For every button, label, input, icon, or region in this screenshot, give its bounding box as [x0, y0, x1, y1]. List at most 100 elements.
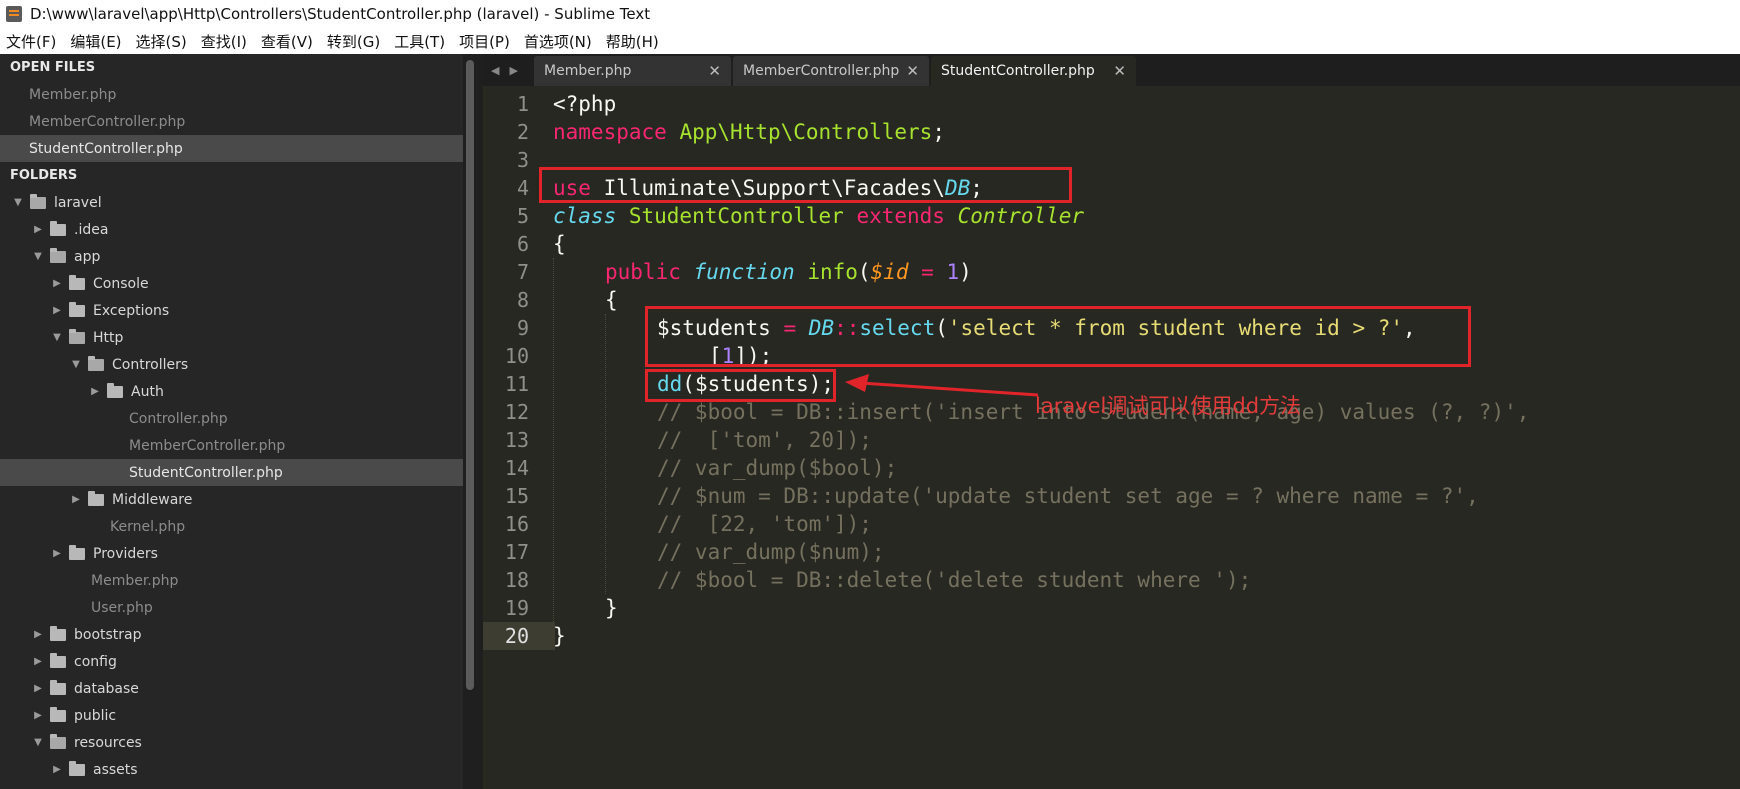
- menu-preferences[interactable]: 首选项(N): [524, 31, 592, 52]
- tree-file[interactable]: Kernel.php: [0, 513, 463, 540]
- code-line-19: }: [553, 594, 618, 622]
- highlight-box-use: [539, 167, 1072, 203]
- tree-folder[interactable]: ▶ public: [0, 702, 463, 729]
- line-number: 16: [504, 512, 529, 536]
- token-parent-class: Controller: [957, 204, 1085, 228]
- code-line-14: // var_dump($bool);: [657, 456, 898, 480]
- close-icon[interactable]: ✕: [906, 62, 919, 80]
- tab-student-controller[interactable]: StudentController.php ✕: [931, 56, 1136, 86]
- line-number: 12: [504, 400, 529, 424]
- tree-file[interactable]: User.php: [0, 594, 463, 621]
- open-file-item-active[interactable]: StudentController.php: [0, 135, 463, 162]
- tree-folder[interactable]: ▶ assets: [0, 756, 463, 783]
- folder-open-icon: [30, 193, 46, 209]
- tree-folder[interactable]: ▶ Providers: [0, 540, 463, 567]
- tab-bar: ◀ ▶ Member.php ✕ MemberController.php ✕ …: [483, 54, 1740, 86]
- folder-open-icon: [88, 355, 104, 371]
- title-bar: D:\www\laravel\app\Http\Controllers\Stud…: [0, 0, 1740, 28]
- line-number: 3: [516, 148, 529, 172]
- close-icon[interactable]: ✕: [708, 62, 721, 80]
- menu-help[interactable]: 帮助(H): [606, 31, 659, 52]
- token-text: <?php: [553, 92, 617, 116]
- chevron-right-icon: ▶: [34, 224, 42, 235]
- menu-view[interactable]: 查看(V): [261, 31, 313, 52]
- menu-file[interactable]: 文件(F): [6, 31, 56, 52]
- tree-folder[interactable]: ▶ bootstrap: [0, 621, 463, 648]
- tree-folder[interactable]: ▼ resources: [0, 729, 463, 756]
- tree-file[interactable]: Member.php: [0, 567, 463, 594]
- tab-member[interactable]: Member.php ✕: [534, 56, 731, 86]
- line-number: 1: [516, 92, 529, 116]
- token-number: 1: [946, 260, 960, 284]
- menu-edit[interactable]: 编辑(E): [70, 31, 121, 52]
- token-keyword: public: [605, 260, 681, 284]
- code-editor[interactable]: 1 2 3 4 5 6 7 8 9 10 11 12 13 14 15 16 1…: [483, 86, 1740, 789]
- folder-open-icon: [50, 733, 66, 749]
- tree-file[interactable]: Controller.php: [0, 405, 463, 432]
- tree-folder[interactable]: ▼ app: [0, 243, 463, 270]
- menu-selection[interactable]: 选择(S): [136, 31, 187, 52]
- chevron-right-icon: ▶: [53, 305, 61, 316]
- chevron-right-icon: ▶: [34, 710, 42, 721]
- tab-member-controller[interactable]: MemberController.php ✕: [733, 56, 929, 86]
- tab-label: Member.php: [544, 63, 632, 79]
- sublime-app-icon: [6, 6, 22, 22]
- tree-folder[interactable]: ▶ database: [0, 675, 463, 702]
- token-keyword: namespace: [553, 120, 667, 144]
- line-number: 18: [504, 568, 529, 592]
- line-number: 9: [516, 316, 529, 340]
- code-line-17: // var_dump($num);: [657, 540, 885, 564]
- close-icon[interactable]: ✕: [1113, 62, 1126, 80]
- open-file-item[interactable]: Member.php: [0, 81, 463, 108]
- tree-label: app: [74, 248, 101, 265]
- sidebar-scrollbar[interactable]: [466, 60, 474, 690]
- chevron-right-icon: ▶: [53, 278, 61, 289]
- tree-folder[interactable]: ▼ Http: [0, 324, 463, 351]
- folders-header: FOLDERS: [10, 168, 78, 183]
- folder-icon: [50, 220, 66, 236]
- chevron-right-icon: ▶: [72, 494, 80, 505]
- menu-goto[interactable]: 转到(G): [327, 31, 380, 52]
- tab-prev-icon[interactable]: ◀: [491, 64, 499, 77]
- code-line-6: {: [553, 230, 566, 258]
- open-files-header: OPEN FILES: [10, 60, 96, 75]
- token-punct: }: [605, 596, 618, 620]
- menu-find[interactable]: 查找(I): [201, 31, 247, 52]
- chevron-right-icon: ▶: [34, 683, 42, 694]
- editor-scrollbar[interactable]: [1730, 86, 1740, 789]
- token-punct: (: [857, 260, 871, 284]
- tree-file[interactable]: MemberController.php: [0, 432, 463, 459]
- tree-label: Middleware: [112, 491, 193, 508]
- token-punct: }: [553, 624, 566, 648]
- tree-file-active[interactable]: StudentController.php: [0, 459, 463, 486]
- chevron-right-icon: ▶: [53, 548, 61, 559]
- chevron-right-icon: ▶: [34, 656, 42, 667]
- tree-folder[interactable]: ▶ .idea: [0, 216, 463, 243]
- line-number: 10: [504, 344, 529, 368]
- annotation-text: laravel调试可以使用dd方法: [1035, 394, 1302, 418]
- tree-folder[interactable]: ▼ laravel: [0, 189, 463, 216]
- menu-tools[interactable]: 工具(T): [394, 31, 445, 52]
- tree-folder[interactable]: ▶ Exceptions: [0, 297, 463, 324]
- tree-label: Http: [93, 329, 124, 346]
- tree-folder[interactable]: ▶ Console: [0, 270, 463, 297]
- folder-icon: [69, 274, 85, 290]
- line-number: 17: [504, 540, 529, 564]
- folder-icon: [50, 679, 66, 695]
- tree-folder[interactable]: ▶ config: [0, 648, 463, 675]
- tree-label: Controllers: [112, 356, 189, 373]
- code-line-1: <?php: [553, 90, 616, 118]
- line-number: 5: [516, 204, 529, 228]
- menu-project[interactable]: 项目(P): [459, 31, 510, 52]
- tab-label: MemberController.php: [743, 63, 900, 79]
- tree-folder[interactable]: ▶ Auth: [0, 378, 463, 405]
- open-file-item[interactable]: MemberController.php: [0, 108, 463, 135]
- tab-next-icon[interactable]: ▶: [509, 64, 517, 77]
- tree-folder[interactable]: ▶ Middleware: [0, 486, 463, 513]
- token-storage: function: [693, 260, 795, 284]
- tree-folder[interactable]: ▼ Controllers: [0, 351, 463, 378]
- folder-icon: [88, 490, 104, 506]
- folder-icon: [69, 760, 85, 776]
